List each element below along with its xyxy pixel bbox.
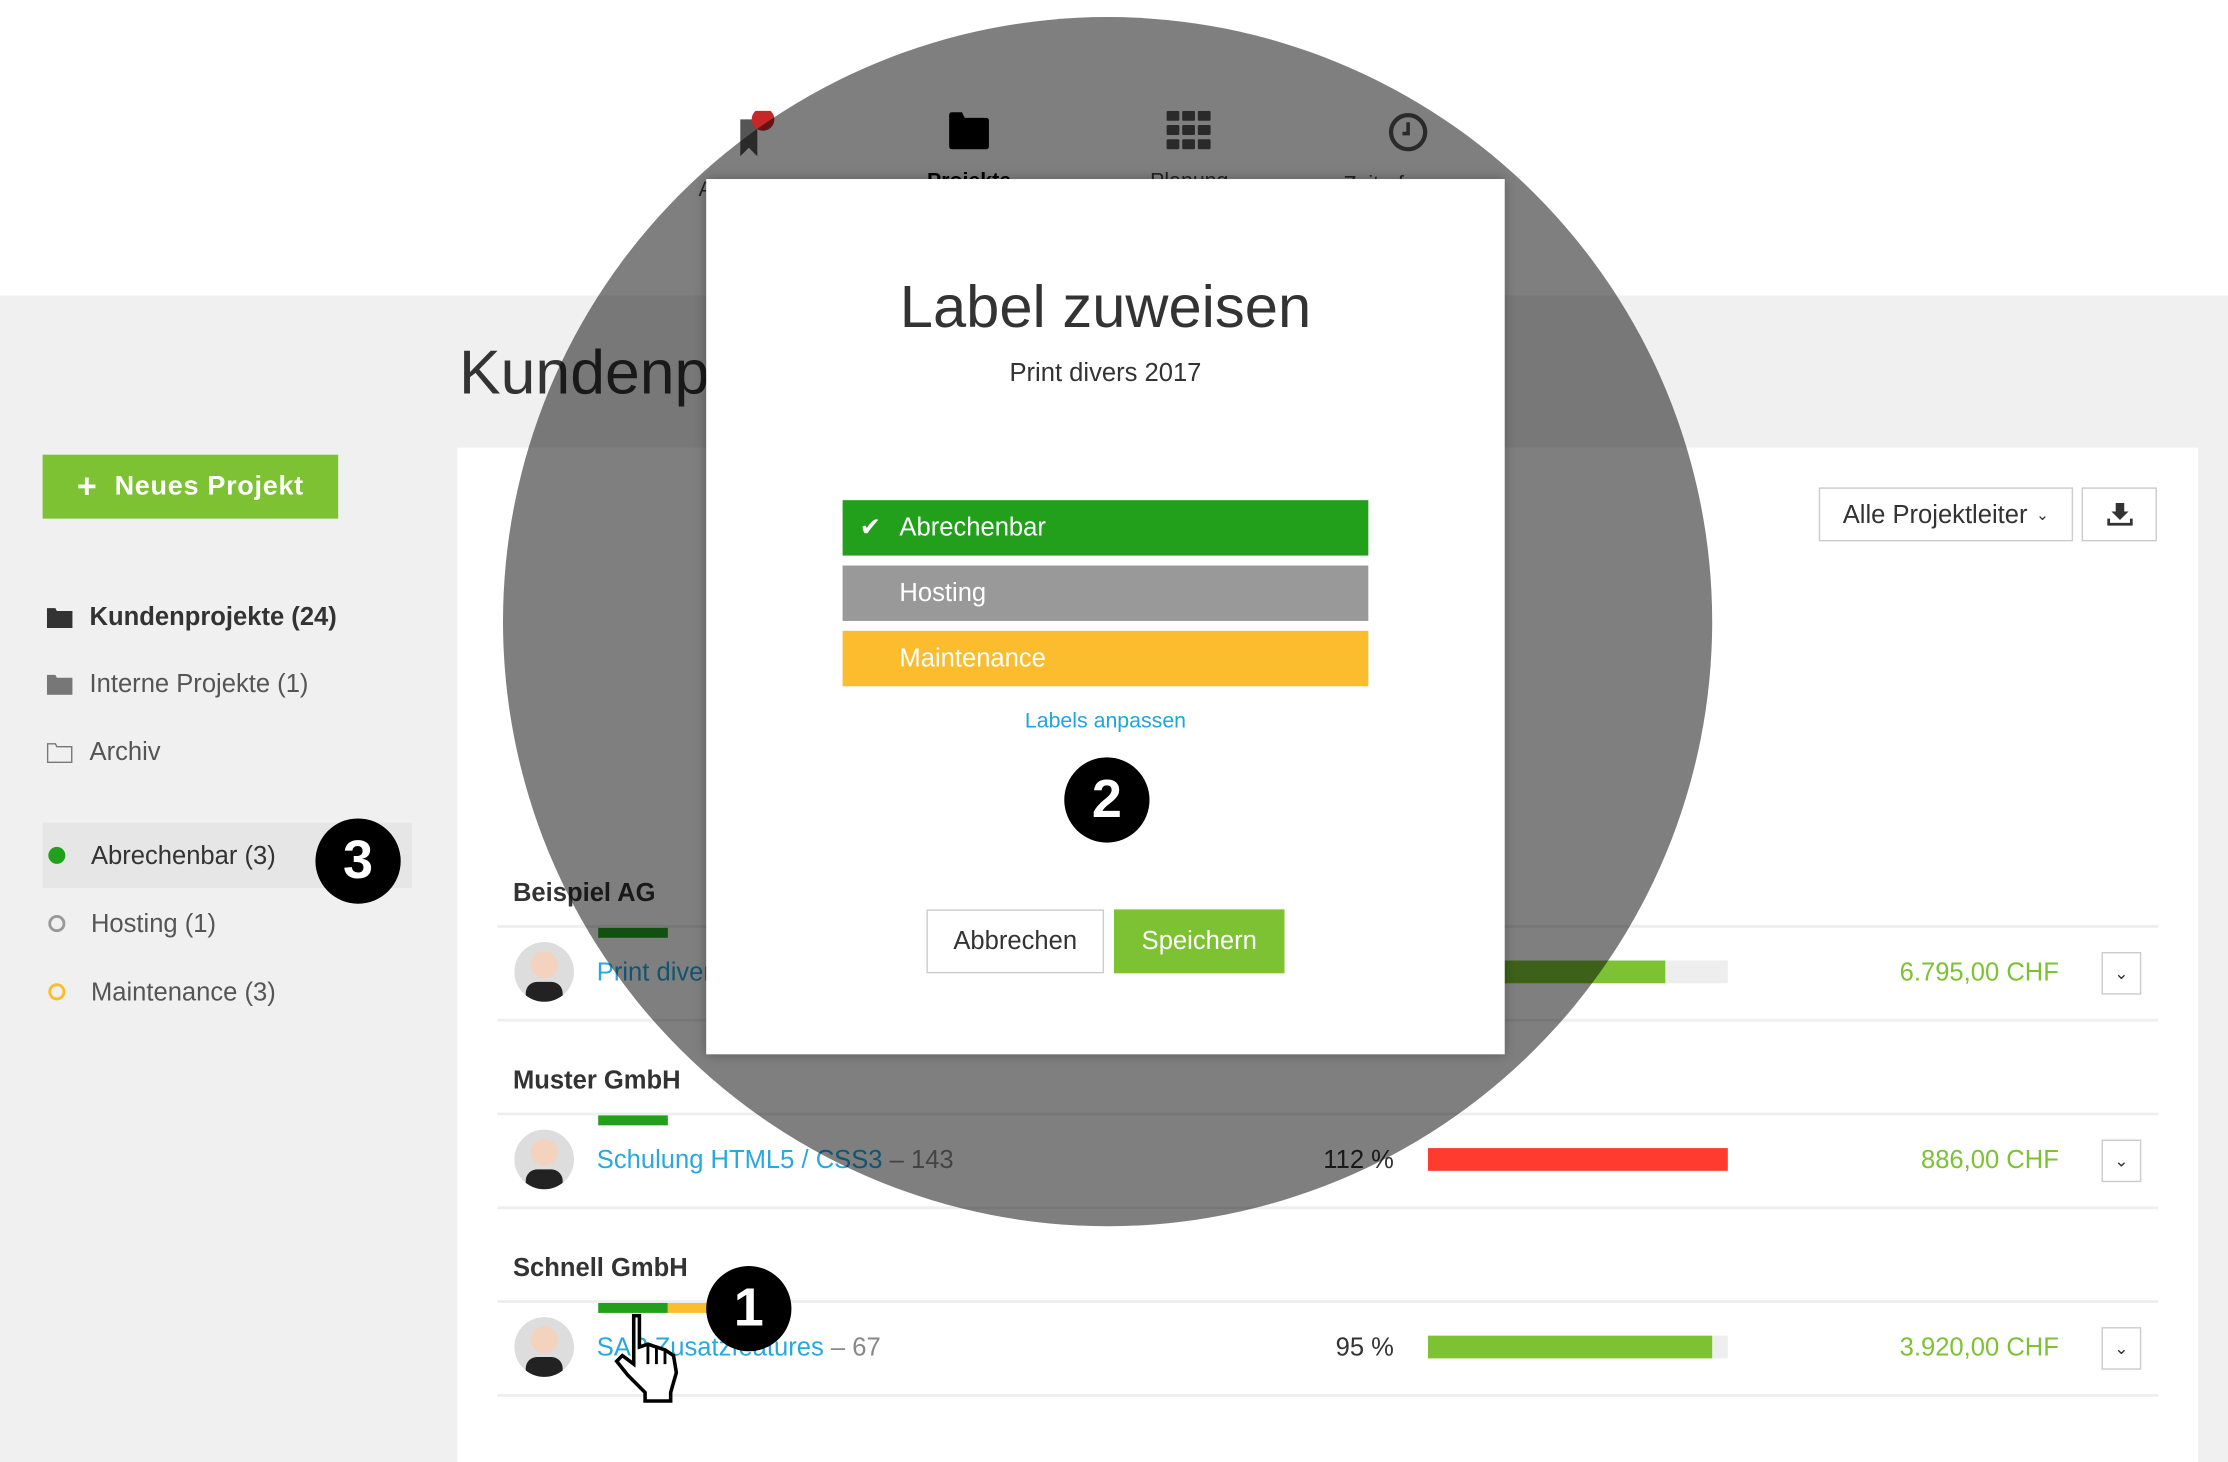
budget-progress-fill xyxy=(1428,1335,1713,1359)
row-menu-button[interactable]: ⌄ xyxy=(2101,1327,2142,1370)
label-option-maintenance[interactable]: Maintenance xyxy=(842,630,1369,687)
budget-progress-bar xyxy=(1428,1335,1728,1359)
plus-icon: + xyxy=(76,466,98,506)
avatar xyxy=(514,1129,575,1190)
row-menu-button[interactable]: ⌄ xyxy=(2101,1139,2142,1183)
chevron-down-icon: ⌄ xyxy=(2114,963,2129,984)
label-option-text: Hosting xyxy=(899,578,987,607)
project-manager-dropdown[interactable]: Alle Projektleiter ⌄ xyxy=(1818,487,2074,542)
divider xyxy=(497,1393,2159,1397)
project-amount: 886,00 CHF xyxy=(1920,1145,2059,1174)
save-button[interactable]: Speichern xyxy=(1113,909,1285,974)
divider xyxy=(497,1206,2159,1210)
avatar xyxy=(514,1317,575,1377)
callout-badge-1: 1 xyxy=(706,1266,792,1352)
folder-outline-icon xyxy=(43,741,90,763)
dropdown-value: Alle Projektleiter xyxy=(1842,499,2028,528)
label-dot-icon xyxy=(48,846,66,864)
sidebar-label: Interne Projekte (1) xyxy=(89,668,309,697)
project-amount: 3.920,00 CHF xyxy=(1899,1332,2059,1362)
sidebar-label: Kundenprojekte (24) xyxy=(89,601,337,631)
sidebar-label: Hosting (1) xyxy=(90,908,217,938)
download-button[interactable] xyxy=(2081,487,2157,542)
app: Abonnieren Projekte Planung Zeiterfassun… xyxy=(0,0,2228,1462)
label-option-abrechenbar[interactable]: ✔ Abrechenbar xyxy=(842,500,1369,556)
sidebar-item-kundenprojekte[interactable]: Kundenprojekte (24) xyxy=(43,584,412,649)
row-menu-button[interactable]: ⌄ xyxy=(2101,952,2142,995)
cancel-button[interactable]: Abbrechen xyxy=(926,909,1105,974)
label-option-text: Abrechenbar xyxy=(899,512,1046,542)
folder-icon xyxy=(43,673,90,695)
label-option-hosting[interactable]: Hosting xyxy=(842,565,1369,621)
sidebar-item-archiv[interactable]: Archiv xyxy=(43,719,412,784)
hand-cursor-icon xyxy=(614,1313,679,1403)
label-dot-icon xyxy=(48,915,66,933)
callout-badge-3: 3 xyxy=(315,818,401,904)
edit-labels-link[interactable]: Labels anpassen xyxy=(706,709,1505,733)
project-number: – 67 xyxy=(830,1332,881,1362)
client-name: Muster GmbH xyxy=(512,1065,681,1095)
chevron-down-icon: ⌄ xyxy=(2114,1338,2129,1359)
project-label-bar[interactable] xyxy=(598,1115,668,1126)
label-dot-icon xyxy=(48,983,66,1001)
label-assign-dialog: Label zuweisen Print divers 2017 ✔ Abrech… xyxy=(706,179,1505,1055)
sidebar-item-interne-projekte[interactable]: Interne Projekte (1) xyxy=(43,651,412,716)
sidebar-label: Archiv xyxy=(89,736,161,766)
sidebar-label: Abrechenbar (3) xyxy=(90,840,276,869)
new-project-button[interactable]: + Neues Projekt xyxy=(42,454,339,519)
label-option-text: Maintenance xyxy=(899,643,1046,673)
folder-icon xyxy=(43,606,90,628)
budget-percent: 95 % xyxy=(1335,1332,1394,1362)
sidebar-label: Maintenance (3) xyxy=(90,976,276,1006)
dialog-title: Label zuweisen xyxy=(899,272,1312,340)
avatar xyxy=(514,942,575,1002)
check-icon: ✔ xyxy=(859,512,882,542)
budget-progress-fill xyxy=(1428,1148,1728,1171)
download-icon xyxy=(2106,502,2133,526)
client-name: Schnell GmbH xyxy=(512,1253,688,1282)
project-labels xyxy=(598,1115,769,1126)
dialog-subtitle: Print divers 2017 xyxy=(1009,358,1202,387)
sidebar-label-maintenance[interactable]: Maintenance (3) xyxy=(43,959,412,1024)
project-label-bar[interactable] xyxy=(598,1302,668,1313)
budget-progress-bar xyxy=(1428,1148,1728,1171)
chevron-down-icon: ⌄ xyxy=(2114,1150,2129,1171)
callout-badge-2: 2 xyxy=(1064,757,1150,843)
project-amount: 6.795,00 CHF xyxy=(1899,957,2059,987)
chevron-down-icon: ⌄ xyxy=(2036,506,2050,524)
new-project-label: Neues Projekt xyxy=(114,471,304,501)
